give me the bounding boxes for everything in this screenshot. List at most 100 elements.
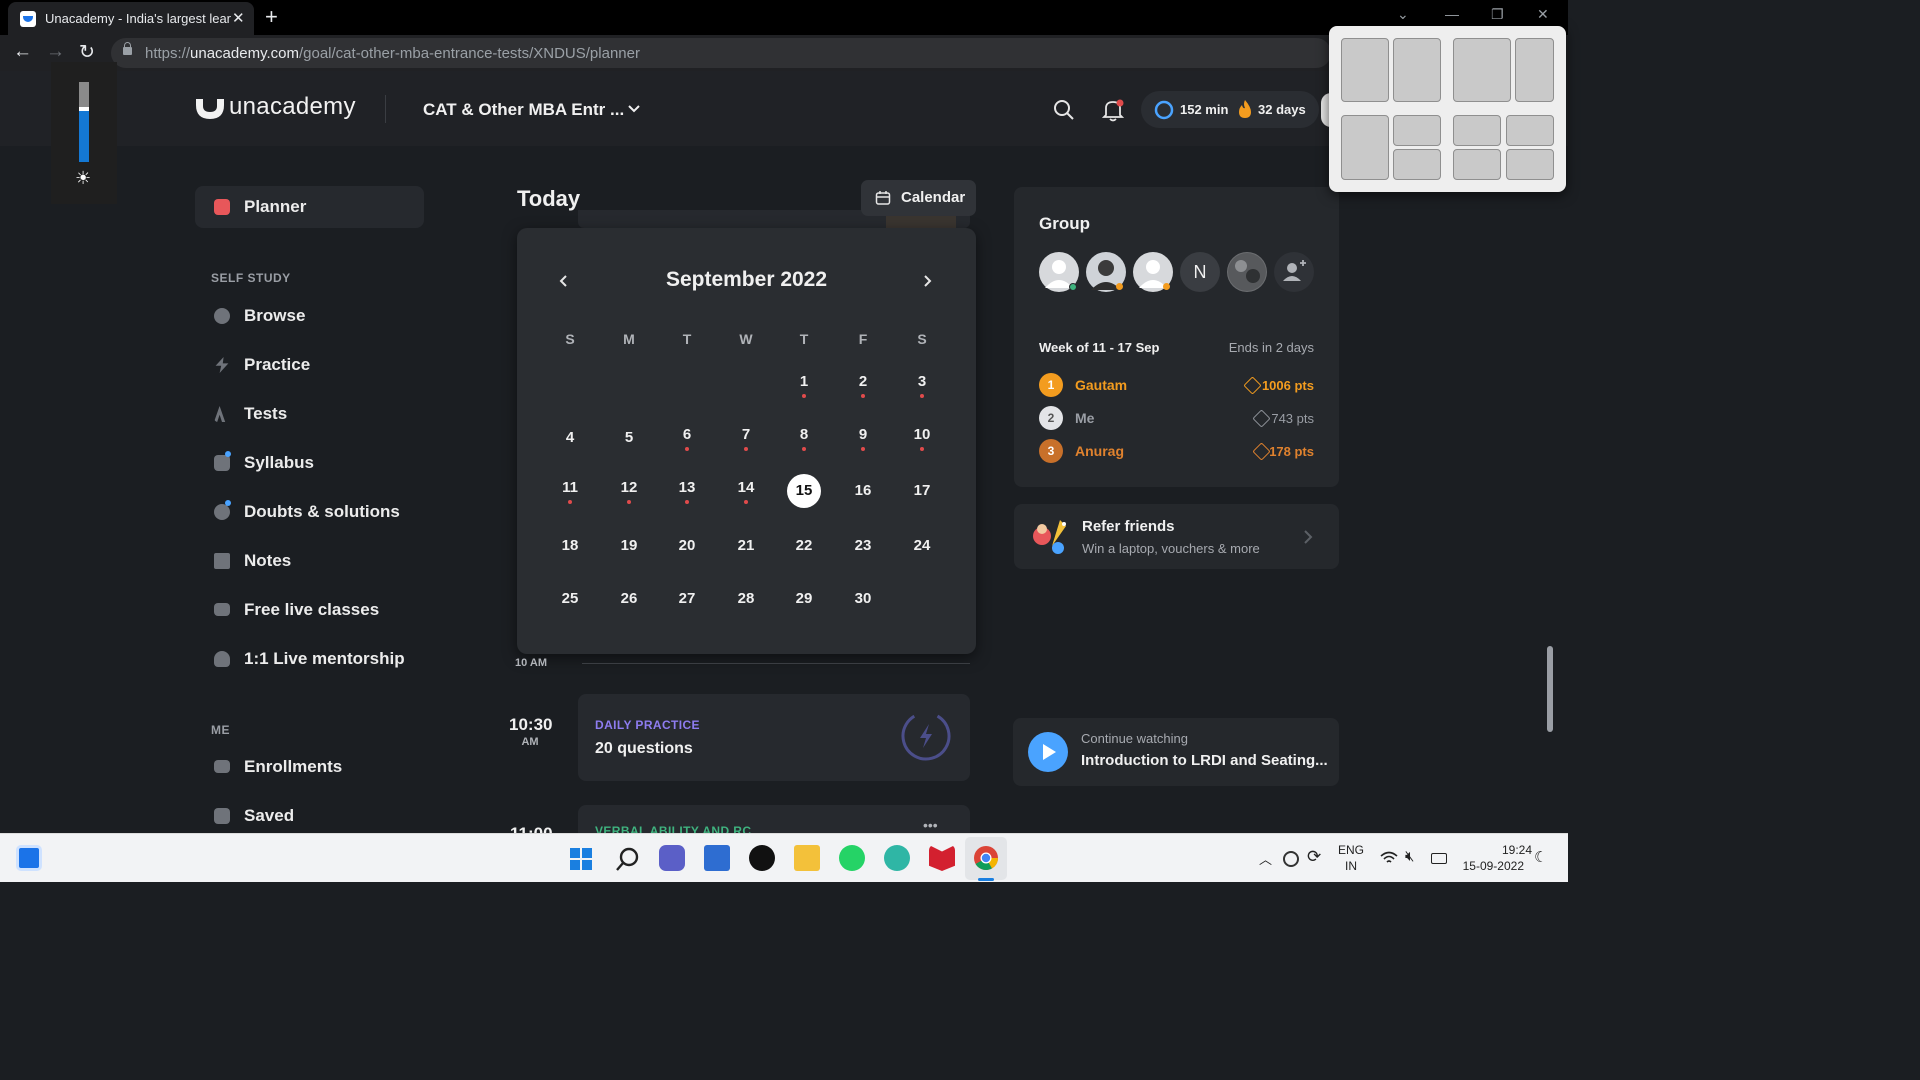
calendar-button[interactable]: Calendar [861,180,976,216]
onedrive-icon[interactable] [1283,851,1299,867]
daily-practice-card[interactable]: DAILY PRACTICE 20 questions [578,694,970,781]
calendar-day[interactable]: 22 [787,529,821,563]
mcafee-icon[interactable] [929,845,955,871]
sidebar-item-tests[interactable]: Tests [195,396,424,432]
new-tab-icon[interactable]: + [265,4,278,30]
snap-layout-cell[interactable] [1453,38,1511,102]
sidebar-item-browse[interactable]: Browse [195,298,424,334]
calendar-day[interactable]: 16 [846,474,880,508]
sync-icon[interactable]: ⟳ [1307,847,1321,867]
leaderboard-row[interactable]: 3 Anurag 178 pts [1014,439,1339,465]
edge-icon[interactable] [884,845,910,871]
microsoft-store-icon[interactable] [704,845,730,871]
window-close-icon[interactable]: ✕ [1537,6,1549,23]
calendar-day[interactable]: 23 [846,529,880,563]
forward-icon[interactable]: → [46,41,65,63]
focus-moon-icon[interactable]: ☾ [1534,848,1547,866]
calendar-day[interactable]: 27 [670,582,704,616]
clock-time[interactable]: 19:24 [1456,843,1532,857]
chevron-down-icon[interactable] [627,102,641,116]
teams-chat-icon[interactable] [659,845,685,871]
snap-layout-cell[interactable] [1515,38,1554,102]
calendar-day[interactable]: 18 [553,529,587,563]
calendar-day[interactable]: 5 [612,421,646,455]
language-top[interactable]: ENG [1336,843,1366,857]
snap-layout-cell[interactable] [1453,115,1501,146]
calendar-day[interactable]: 30 [846,582,880,616]
member-avatar[interactable] [1086,252,1126,292]
snap-layout-cell[interactable] [1506,115,1554,146]
continue-watching-card[interactable]: Continue watching Introduction to LRDI a… [1013,718,1339,786]
whatsapp-icon[interactable] [839,845,865,871]
sidebar-item-free-live-classes[interactable]: Free live classes [195,592,424,628]
add-member-button[interactable] [1274,252,1314,292]
brightness-thumb[interactable] [79,107,89,111]
member-avatar-initial[interactable]: N [1180,252,1220,292]
goal-selector[interactable]: CAT & Other MBA Entr ... [423,100,624,120]
leaderboard-row[interactable]: 2 Me 743 pts [1014,406,1339,432]
windows-start-icon[interactable] [569,847,593,871]
page-scrollbar[interactable] [1547,646,1553,732]
chevron-up-icon[interactable]: ︿ [1259,849,1272,868]
widgets-icon[interactable] [16,845,42,871]
sidebar-item-notes[interactable]: Notes [195,543,424,579]
search-icon[interactable] [1053,99,1075,121]
restore-icon[interactable]: ❐ [1491,6,1504,23]
clock-date[interactable]: 15-09-2022 [1456,859,1524,873]
snap-layout-cell[interactable] [1341,38,1389,102]
close-tab-icon[interactable]: ✕ [232,9,245,27]
reload-icon[interactable]: ↻ [79,41,95,64]
refer-friends-card[interactable]: Refer friends Win a laptop, vouchers & m… [1014,504,1339,569]
leaderboard-row[interactable]: 1 Gautam 1006 pts [1014,373,1339,399]
site-logo[interactable]: unacademy [229,93,356,121]
calendar-day[interactable]: 25 [553,582,587,616]
snap-layout-cell[interactable] [1453,149,1501,180]
calendar-day[interactable]: 20 [670,529,704,563]
member-avatar[interactable] [1133,252,1173,292]
notification-bell-icon[interactable] [1102,98,1124,122]
play-icon[interactable] [1028,732,1068,772]
calendar-day[interactable]: 29 [787,582,821,616]
search-icon[interactable] [615,846,641,872]
volume-muted-icon[interactable]: 🔇︎ [1405,848,1414,865]
browser-tab[interactable]: Unacademy - India's largest learning pla… [8,2,254,35]
sidebar-item-doubts[interactable]: Doubts & solutions [195,494,424,530]
calendar-day-selected[interactable]: 15 [787,474,821,508]
tab-search-icon[interactable]: ⌄ [1397,6,1409,23]
member-avatar[interactable] [1227,252,1267,292]
sidebar-item-planner[interactable]: Planner [195,186,424,228]
dell-icon[interactable] [749,845,775,871]
file-explorer-icon[interactable] [794,845,820,871]
minimize-icon[interactable]: — [1445,6,1459,22]
calendar-day[interactable]: 4 [553,421,587,455]
learning-stats-pill[interactable]: 152 min 32 days [1141,91,1319,128]
next-month-icon[interactable] [921,274,933,288]
unacademy-logo-icon[interactable] [195,97,225,121]
sidebar-item-syllabus[interactable]: Syllabus [195,445,424,481]
snap-layout-cell[interactable] [1506,149,1554,180]
snap-layout-cell[interactable] [1393,38,1441,102]
calendar-day[interactable]: 21 [729,529,763,563]
language-bottom[interactable]: IN [1336,859,1366,873]
daily-practice-tag: DAILY PRACTICE [595,718,700,732]
verbal-ability-card[interactable]: VERBAL ABILITY AND RC ••• [578,805,970,833]
calendar-day[interactable]: 19 [612,529,646,563]
sidebar-item-saved[interactable]: Saved [195,798,424,833]
wifi-icon[interactable] [1380,851,1398,865]
chrome-icon[interactable] [973,845,999,871]
calendar-day[interactable]: 26 [612,582,646,616]
calendar-day[interactable]: 24 [905,529,939,563]
sidebar-item-practice[interactable]: Practice [195,347,424,383]
calendar-day[interactable]: 28 [729,582,763,616]
battery-icon[interactable] [1431,853,1447,864]
snap-layout-cell[interactable] [1341,115,1389,180]
sidebar-item-live-mentorship[interactable]: 1:1 Live mentorship [195,641,424,677]
snap-layout-cell[interactable] [1393,115,1441,146]
back-icon[interactable]: ← [13,41,32,63]
calendar-day[interactable]: 17 [905,474,939,508]
sidebar-item-enrollments[interactable]: Enrollments [195,749,424,785]
more-options-icon[interactable]: ••• [923,817,938,833]
snap-layout-cell[interactable] [1393,149,1441,180]
member-avatar[interactable] [1039,252,1079,292]
url-field[interactable]: https://unacademy.com/goal/cat-other-mba… [111,38,1331,68]
